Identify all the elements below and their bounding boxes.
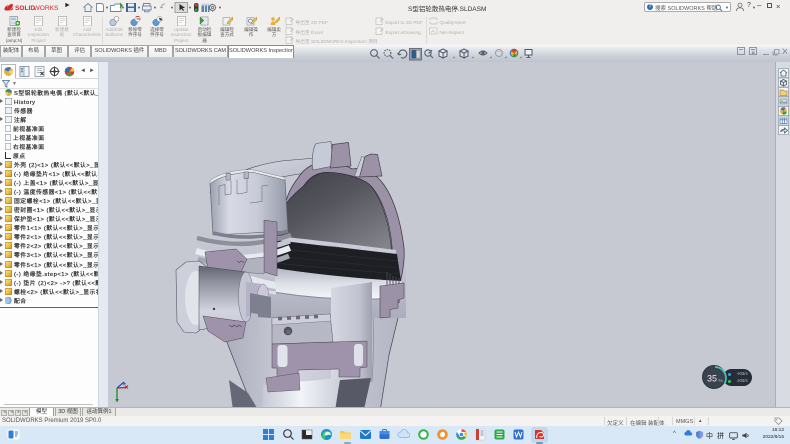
svg-text:SOLID: SOLID xyxy=(15,5,35,12)
svg-text:35: 35 xyxy=(707,374,717,384)
svg-text:WORKS: WORKS xyxy=(34,5,60,12)
svg-text:%: % xyxy=(719,378,723,383)
